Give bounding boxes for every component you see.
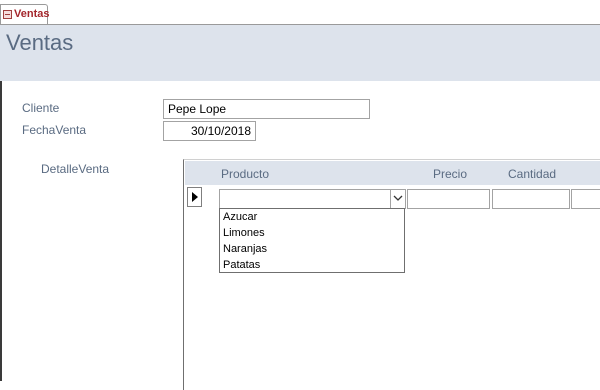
dropdown-option[interactable]: Patatas	[223, 257, 260, 273]
tab-ventas[interactable]: Ventas	[0, 4, 50, 25]
detalleventa-subform: Producto Precio Cantidad Azucar Limones …	[183, 159, 600, 390]
cliente-field[interactable]: Pepe Lope	[163, 99, 370, 119]
detalleventa-label: DetalleVenta	[41, 162, 110, 176]
dropdown-option[interactable]: Limones	[223, 225, 265, 241]
tab-label: Ventas	[14, 8, 50, 20]
form-left-border	[0, 81, 2, 381]
dropdown-button[interactable]	[390, 190, 405, 208]
column-header-cantidad: Cantidad	[508, 167, 557, 181]
dropdown-option[interactable]: Naranjas	[223, 241, 267, 257]
column-header-producto: Producto	[221, 167, 270, 181]
document-tab-strip: Ventas	[0, 0, 600, 25]
next-column-field[interactable]	[571, 189, 600, 209]
fechaventa-field[interactable]: 30/10/2018	[163, 121, 256, 141]
chevron-down-icon	[393, 195, 403, 201]
dropdown-option[interactable]: Azucar	[223, 209, 257, 225]
fechaventa-label: FechaVenta	[22, 123, 87, 137]
page-title: Ventas	[6, 30, 74, 55]
cantidad-field[interactable]	[492, 189, 570, 209]
producto-dropdown-list: Azucar Limones Naranjas Patatas	[219, 208, 405, 273]
record-selector[interactable]	[187, 187, 202, 207]
precio-field[interactable]	[407, 189, 490, 209]
column-header-precio: Precio	[433, 167, 468, 181]
producto-combobox[interactable]	[219, 189, 406, 209]
cliente-label: Cliente	[22, 101, 60, 115]
current-record-arrow-icon	[192, 192, 198, 202]
form-icon	[3, 10, 12, 19]
form-header: Ventas	[0, 24, 600, 81]
subform-column-header: Producto Precio Cantidad	[185, 161, 600, 185]
